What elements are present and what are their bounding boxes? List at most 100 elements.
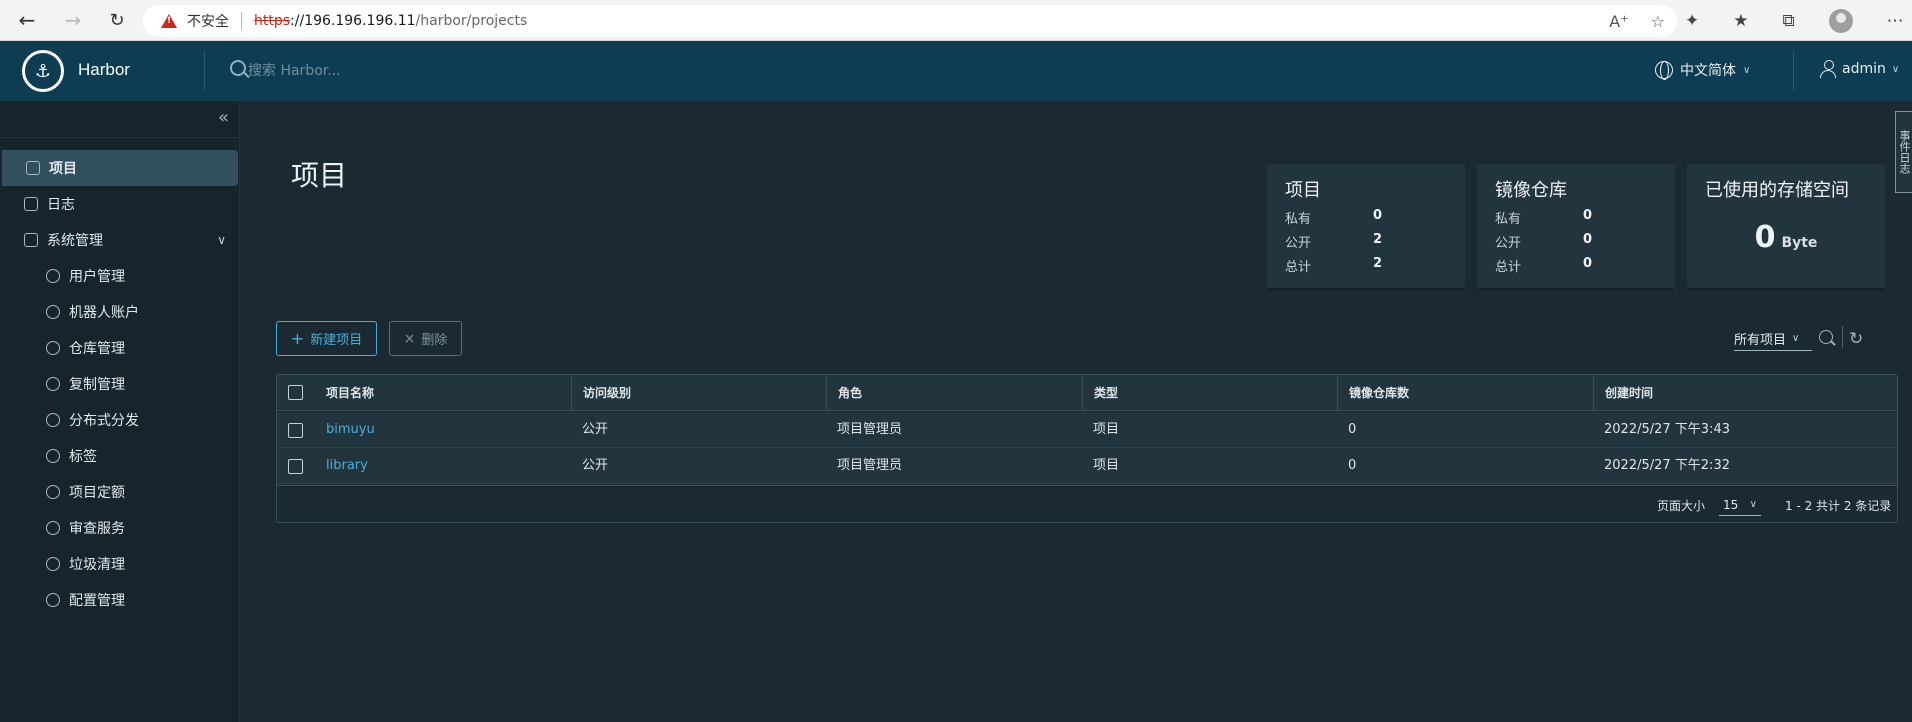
sidebar-item-scanners[interactable]: 审查服务 (0, 510, 240, 546)
app-header: ⚓ Harbor 中文简体 ∨ admin ∨ (0, 41, 1912, 101)
refresh-icon[interactable]: ↻ (1849, 329, 1863, 349)
chevron-down-icon: ∨ (217, 233, 226, 247)
sidebar-divider (0, 137, 240, 138)
favorite-add-icon[interactable]: ☆ (1651, 12, 1665, 31)
column-header-repo-count[interactable]: 镜像仓库数 (1337, 375, 1409, 411)
select-all-checkbox[interactable] (288, 385, 303, 400)
storage-amount: 0 (1754, 220, 1776, 255)
sidebar-item-distribution[interactable]: 分布式分发 (0, 402, 240, 438)
registry-icon (46, 341, 60, 355)
url-host: ://196.196.196.11 (290, 13, 416, 29)
column-header-created[interactable]: 创建时间 (1593, 375, 1653, 411)
storage-unit: Byte (1781, 235, 1818, 251)
created-time-cell: 2022/5/27 下午3:43 (1604, 422, 1730, 437)
sidebar-item-robots[interactable]: 机器人账户 (0, 294, 240, 330)
admin-icon (24, 233, 38, 247)
stat-value: 2 (1373, 232, 1383, 247)
address-bar[interactable]: 不安全 https://196.196.196.11/harbor/projec… (143, 5, 1677, 37)
stat-value: 0 (1583, 208, 1593, 223)
sidebar-item-registries[interactable]: 仓库管理 (0, 330, 240, 366)
trash-icon (46, 557, 60, 571)
sidebar-item-labels[interactable]: 标签 (0, 438, 240, 474)
sidebar-item-replications[interactable]: 复制管理 (0, 366, 240, 402)
stat-value: 0 (1373, 208, 1383, 223)
sidebar-item-label: 系统管理 (47, 233, 103, 249)
header-divider (204, 51, 205, 91)
table-row: bimuyu 公开 项目管理员 项目 0 2022/5/27 下午3:43 (277, 412, 1897, 448)
column-header-type[interactable]: 类型 (1082, 375, 1118, 411)
chevron-down-icon: ∨ (1891, 63, 1900, 75)
sidebar-item-users[interactable]: 用户管理 (0, 258, 240, 294)
delete-button[interactable]: × 删除 (389, 321, 462, 356)
chevron-down-icon: ∨ (1792, 332, 1800, 344)
insecure-label: 不安全 (187, 14, 229, 30)
user-menu[interactable]: admin ∨ (1820, 60, 1899, 78)
back-icon[interactable]: ← (7, 0, 47, 40)
forward-icon[interactable]: → (53, 0, 93, 40)
globe-icon (1655, 61, 1673, 80)
global-search-input[interactable] (248, 58, 508, 84)
profile-avatar[interactable] (1828, 8, 1853, 33)
extensions-icon[interactable]: ✦ (1685, 11, 1699, 31)
url-path: /harbor/projects (415, 13, 528, 29)
type-cell: 项目 (1093, 422, 1120, 437)
robot-icon (46, 305, 60, 319)
sidebar-item-logs[interactable]: 日志 (0, 186, 240, 222)
toolbar-separator (1842, 326, 1843, 348)
stat-row-public: 公开 2 (1285, 232, 1445, 251)
language-selector[interactable]: 中文简体 ∨ (1655, 60, 1750, 80)
column-header-access[interactable]: 访问级别 (571, 375, 631, 411)
sidebar-item-label: 用户管理 (69, 269, 125, 285)
favorites-icon[interactable]: ★ (1733, 11, 1748, 31)
role-cell: 项目管理员 (837, 422, 903, 437)
project-name-link[interactable]: library (315, 448, 368, 484)
stat-row-private: 私有 0 (1285, 208, 1445, 227)
sidebar-item-projects[interactable]: 项目 (2, 150, 238, 186)
collections-icon[interactable]: ⧉ (1783, 11, 1795, 31)
chevron-down-icon: ∨ (1749, 499, 1757, 510)
event-log-tab[interactable]: 事件日志 (1895, 111, 1912, 193)
stat-card-title: 已使用的存储空间 (1705, 180, 1849, 201)
sidebar: « 项目 日志 系统管理 ∨ 用户管理 机器人账户 仓库管理 复制管理 分布式分… (0, 101, 240, 722)
row-checkbox[interactable] (288, 423, 303, 438)
sidebar-item-label: 仓库管理 (69, 341, 125, 357)
sidebar-item-gc[interactable]: 垃圾清理 (0, 546, 240, 582)
stat-row-total: 总计 0 (1495, 256, 1655, 275)
access-level-cell: 公开 (582, 422, 609, 437)
stat-row-total: 总计 2 (1285, 256, 1445, 275)
column-header-role[interactable]: 角色 (826, 375, 862, 411)
sidebar-item-label: 复制管理 (69, 377, 125, 393)
new-project-button[interactable]: + 新建项目 (276, 321, 377, 356)
stat-label: 总计 (1285, 260, 1312, 275)
column-header-name[interactable]: 项目名称 (315, 375, 374, 411)
stat-label: 私有 (1495, 212, 1522, 227)
sidebar-item-quotas[interactable]: 项目定额 (0, 474, 240, 510)
sidebar-item-admin[interactable]: 系统管理 ∨ (0, 222, 240, 258)
search-icon (230, 60, 246, 76)
stat-card-title: 镜像仓库 (1495, 180, 1567, 201)
page-size-value: 15 (1723, 497, 1739, 512)
stat-row-private: 私有 0 (1495, 208, 1655, 227)
brand-name[interactable]: Harbor (78, 60, 130, 80)
table-search-icon[interactable] (1819, 330, 1833, 344)
storage-stat-card: 已使用的存储空间 0 Byte (1687, 164, 1885, 290)
record-count: 1 - 2 共计 2 条记录 (1785, 499, 1892, 513)
page-size-select[interactable]: 15 ∨ (1719, 494, 1761, 516)
collapse-sidebar-icon[interactable]: « (218, 107, 229, 128)
url-protocol: https (254, 13, 291, 29)
row-checkbox[interactable] (288, 459, 303, 474)
sidebar-item-label: 标签 (69, 449, 97, 465)
harbor-logo-icon[interactable]: ⚓ (22, 50, 64, 92)
sidebar-item-config[interactable]: 配置管理 (0, 582, 240, 618)
reload-icon[interactable]: ↻ (97, 0, 137, 40)
project-name-link[interactable]: bimuyu (315, 412, 375, 448)
read-aloud-icon[interactable]: A⁺ (1609, 12, 1628, 31)
more-menu-icon[interactable]: ⋯ (1887, 11, 1904, 31)
users-icon (46, 269, 60, 283)
project-filter-select[interactable]: 所有项目 ∨ (1734, 326, 1812, 351)
stat-row-public: 公开 0 (1495, 232, 1655, 251)
address-actions: A⁺ ☆ (1609, 5, 1665, 37)
sidebar-item-label: 项目定额 (69, 485, 125, 501)
stat-label: 公开 (1285, 236, 1312, 251)
close-icon: × (403, 330, 416, 347)
